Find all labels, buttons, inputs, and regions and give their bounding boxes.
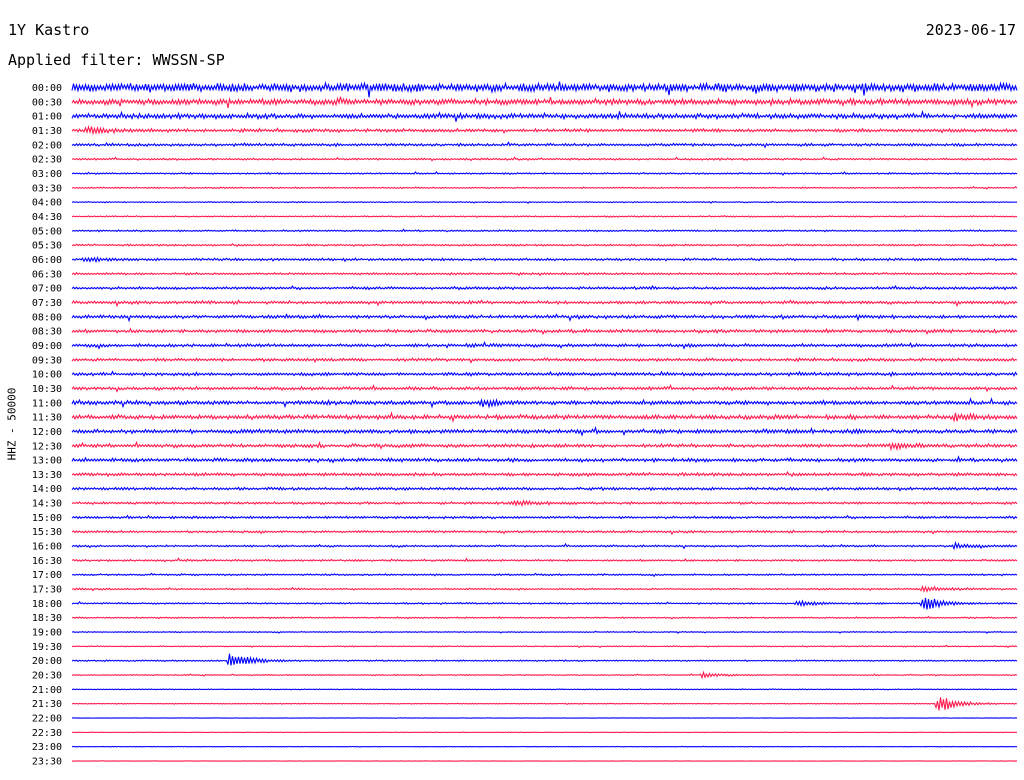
seismic-trace	[71, 425, 1018, 437]
seismic-trace	[71, 760, 1018, 762]
seismic-trace	[71, 540, 1018, 551]
seismic-trace	[71, 356, 1018, 364]
seismic-trace	[71, 411, 1018, 424]
trace-time-label: 05:30	[32, 241, 62, 252]
trace-time-label: 04:30	[32, 212, 62, 223]
seismic-trace	[71, 697, 1018, 711]
trace-time-label: 03:30	[32, 183, 62, 194]
trace-time-label: 09:00	[32, 341, 62, 352]
trace-time-label: 08:30	[32, 327, 62, 338]
trace-time-label: 23:00	[32, 742, 62, 753]
seismic-trace	[71, 670, 1018, 680]
seismic-trace	[71, 688, 1018, 691]
trace-time-label: 17:00	[32, 570, 62, 581]
seismic-trace	[71, 370, 1018, 378]
trace-time-label: 11:30	[32, 413, 62, 424]
trace-time-label: 10:30	[32, 384, 62, 395]
trace-time-label: 13:30	[32, 470, 62, 481]
seismic-trace	[71, 557, 1018, 563]
trace-time-label: 10:00	[32, 370, 62, 381]
seismic-trace	[71, 124, 1018, 136]
trace-time-label: 14:30	[32, 499, 62, 510]
trace-time-label: 07:00	[32, 284, 62, 295]
seismic-trace	[71, 200, 1018, 204]
trace-time-label: 15:00	[32, 513, 62, 524]
trace-time-label: 23:30	[32, 757, 62, 768]
seismic-trace	[71, 96, 1018, 109]
trace-time-label: 09:30	[32, 355, 62, 366]
trace-time-label: 15:30	[32, 527, 62, 538]
trace-time-label: 07:30	[32, 298, 62, 309]
seismic-trace	[71, 271, 1018, 277]
trace-time-label: 12:30	[32, 441, 62, 452]
trace-time-label: 16:30	[32, 556, 62, 567]
seismic-trace	[71, 584, 1018, 593]
seismic-trace	[71, 141, 1018, 149]
trace-time-label: 01:00	[32, 112, 62, 123]
seismic-trace	[71, 313, 1018, 323]
trace-time-label: 14:00	[32, 484, 62, 495]
trace-time-label: 19:30	[32, 642, 62, 653]
seismic-trace	[71, 256, 1018, 264]
seismic-trace	[71, 284, 1018, 291]
seismic-trace	[71, 630, 1018, 634]
trace-time-label: 11:00	[32, 398, 62, 409]
helicorder-page: 1Y Kastro 2023-06-17 Applied filter: WWS…	[0, 0, 1024, 780]
trace-time-label: 02:30	[32, 155, 62, 166]
trace-time-label: 05:00	[32, 226, 62, 237]
seismic-trace	[71, 383, 1018, 393]
seismic-trace	[71, 572, 1018, 578]
trace-time-label: 17:30	[32, 585, 62, 596]
seismic-trace	[71, 228, 1018, 233]
trace-time-label: 18:00	[32, 599, 62, 610]
seismic-trace	[71, 109, 1018, 122]
seismic-trace	[71, 615, 1018, 620]
seismic-trace	[71, 499, 1018, 507]
trace-time-label: 19:00	[32, 628, 62, 639]
trace-time-label: 00:30	[32, 97, 62, 108]
seismic-trace	[71, 731, 1018, 734]
seismic-trace	[71, 470, 1018, 478]
seismic-trace	[71, 644, 1018, 649]
seismic-trace	[71, 214, 1018, 219]
seismic-trace	[71, 170, 1018, 176]
seismic-trace	[71, 597, 1018, 610]
seismic-trace	[71, 717, 1018, 719]
trace-time-label: 03:00	[32, 169, 62, 180]
trace-time-label: 06:30	[32, 269, 62, 280]
seismic-trace	[71, 341, 1018, 350]
trace-time-label: 21:30	[32, 699, 62, 710]
seismic-trace	[71, 299, 1018, 308]
seismic-trace	[71, 440, 1018, 452]
seismic-trace	[71, 327, 1018, 336]
trace-time-label: 02:00	[32, 140, 62, 151]
seismic-trace	[71, 653, 1018, 666]
trace-time-label: 22:30	[32, 728, 62, 739]
trace-time-label: 22:00	[32, 714, 62, 725]
seismic-trace	[71, 486, 1018, 492]
seismic-trace	[71, 185, 1018, 190]
trace-time-label: 20:00	[32, 656, 62, 667]
helicorder-plot: 00:00 00:30 01:00 01:30 02:00 02:30 03:00 03:30…	[32, 80, 1018, 768]
seismic-trace	[71, 529, 1018, 536]
trace-time-label: 12:00	[32, 427, 62, 438]
trace-time-label: 00:00	[32, 83, 62, 94]
trace-time-label: 04:00	[32, 198, 62, 209]
trace-time-label: 01:30	[32, 126, 62, 137]
trace-time-label: 13:00	[32, 456, 62, 467]
seismic-trace	[71, 397, 1018, 409]
seismic-trace	[71, 156, 1018, 162]
trace-time-label: 06:00	[32, 255, 62, 266]
trace-time-label: 08:00	[32, 312, 62, 323]
seismic-trace	[71, 745, 1018, 748]
seismic-trace	[71, 80, 1018, 98]
trace-time-label: 21:00	[32, 685, 62, 696]
trace-time-label: 16:00	[32, 542, 62, 553]
seismic-trace	[71, 242, 1018, 247]
trace-time-label: 20:30	[32, 671, 62, 682]
seismic-trace	[71, 514, 1018, 520]
trace-time-label: 18:30	[32, 613, 62, 624]
seismic-trace	[71, 455, 1018, 464]
